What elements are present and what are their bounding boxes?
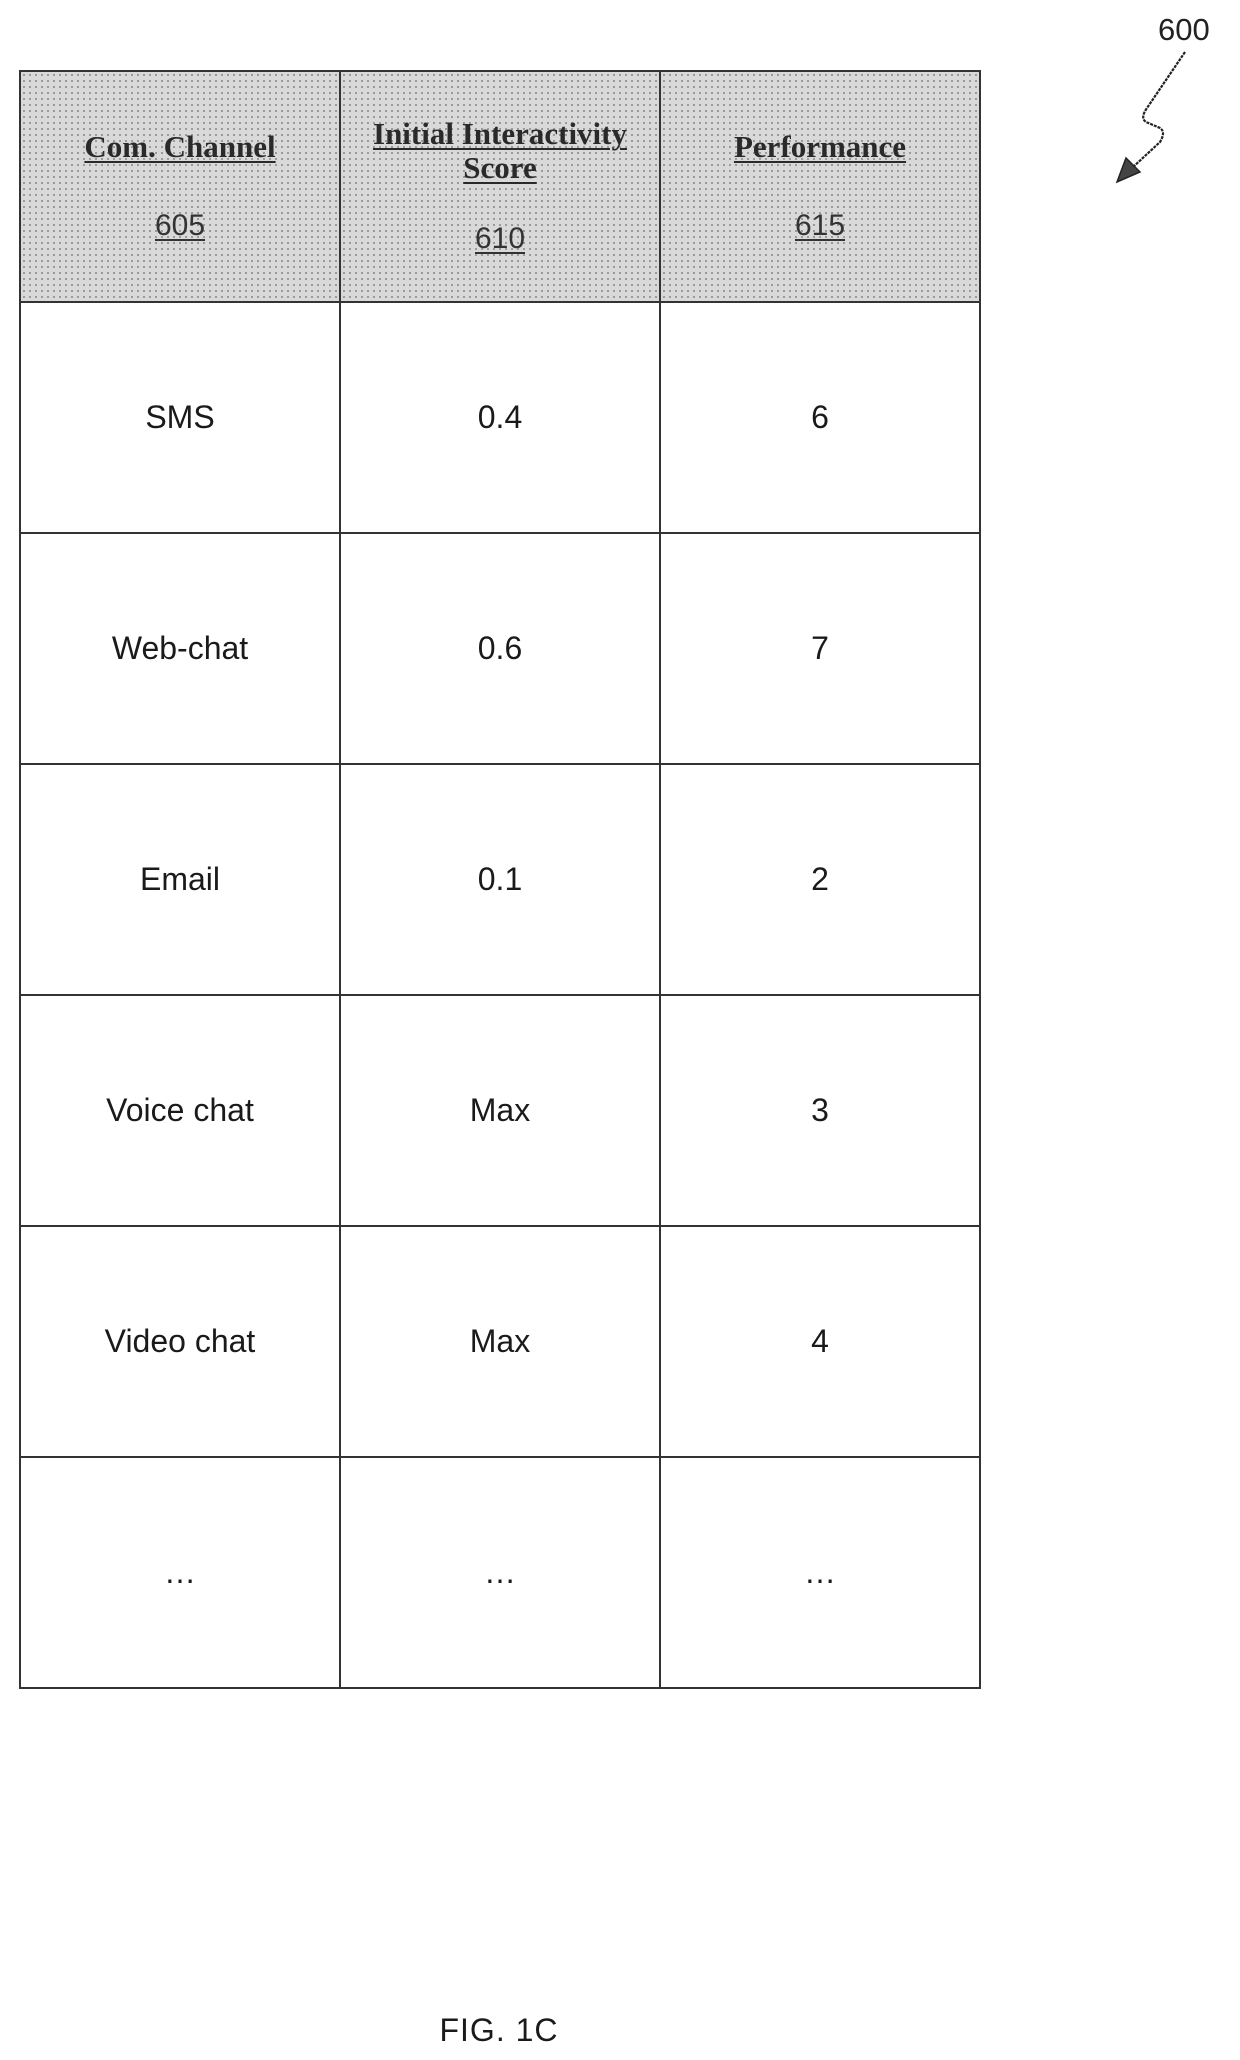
cell-performance: … <box>659 1456 981 1689</box>
column-header-com-channel: Com. Channel 605 <box>19 70 341 303</box>
column-reference-number: 615 <box>794 209 846 243</box>
cell-channel: SMS <box>19 301 341 534</box>
column-title: Com. Channel <box>84 129 276 165</box>
cell-channel: Email <box>19 763 341 996</box>
cell-score: … <box>339 1456 661 1689</box>
cell-score: 0.1 <box>339 763 661 996</box>
column-header-initial-interactivity-score: Initial Interactivity Score 610 <box>339 70 661 303</box>
cell-score: Max <box>339 1225 661 1458</box>
column-reference-number: 610 <box>474 222 526 256</box>
channel-interactivity-table: Com. Channel 605 Initial Interactivity S… <box>19 70 981 1689</box>
cell-channel: Web-chat <box>19 532 341 765</box>
table-row-ellipsis: … … … <box>19 1456 981 1689</box>
cell-score: Max <box>339 994 661 1227</box>
column-header-performance: Performance 615 <box>659 70 981 303</box>
cell-performance: 4 <box>659 1225 981 1458</box>
cell-performance: 3 <box>659 994 981 1227</box>
figure-reference-number: 600 <box>1158 12 1210 47</box>
cell-score: 0.4 <box>339 301 661 534</box>
column-title: Performance <box>733 129 907 165</box>
table-row: Voice chat Max 3 <box>19 994 981 1227</box>
table-header-row: Com. Channel 605 Initial Interactivity S… <box>19 70 981 303</box>
figure-caption: FIG. 1C <box>439 2012 559 2048</box>
cell-score: 0.6 <box>339 532 661 765</box>
cell-channel: … <box>19 1456 341 1689</box>
column-reference-number: 605 <box>154 209 206 243</box>
cell-channel: Video chat <box>19 1225 341 1458</box>
table-row: Email 0.1 2 <box>19 763 981 996</box>
cell-channel: Voice chat <box>19 994 341 1227</box>
column-title: Initial Interactivity Score <box>373 116 627 185</box>
table-row: Web-chat 0.6 7 <box>19 532 981 765</box>
table-row: Video chat Max 4 <box>19 1225 981 1458</box>
cell-performance: 2 <box>659 763 981 996</box>
cell-performance: 6 <box>659 301 981 534</box>
zigzag-leader-arrow-icon <box>1115 51 1186 184</box>
cell-performance: 7 <box>659 532 981 765</box>
table-row: SMS 0.4 6 <box>19 301 981 534</box>
